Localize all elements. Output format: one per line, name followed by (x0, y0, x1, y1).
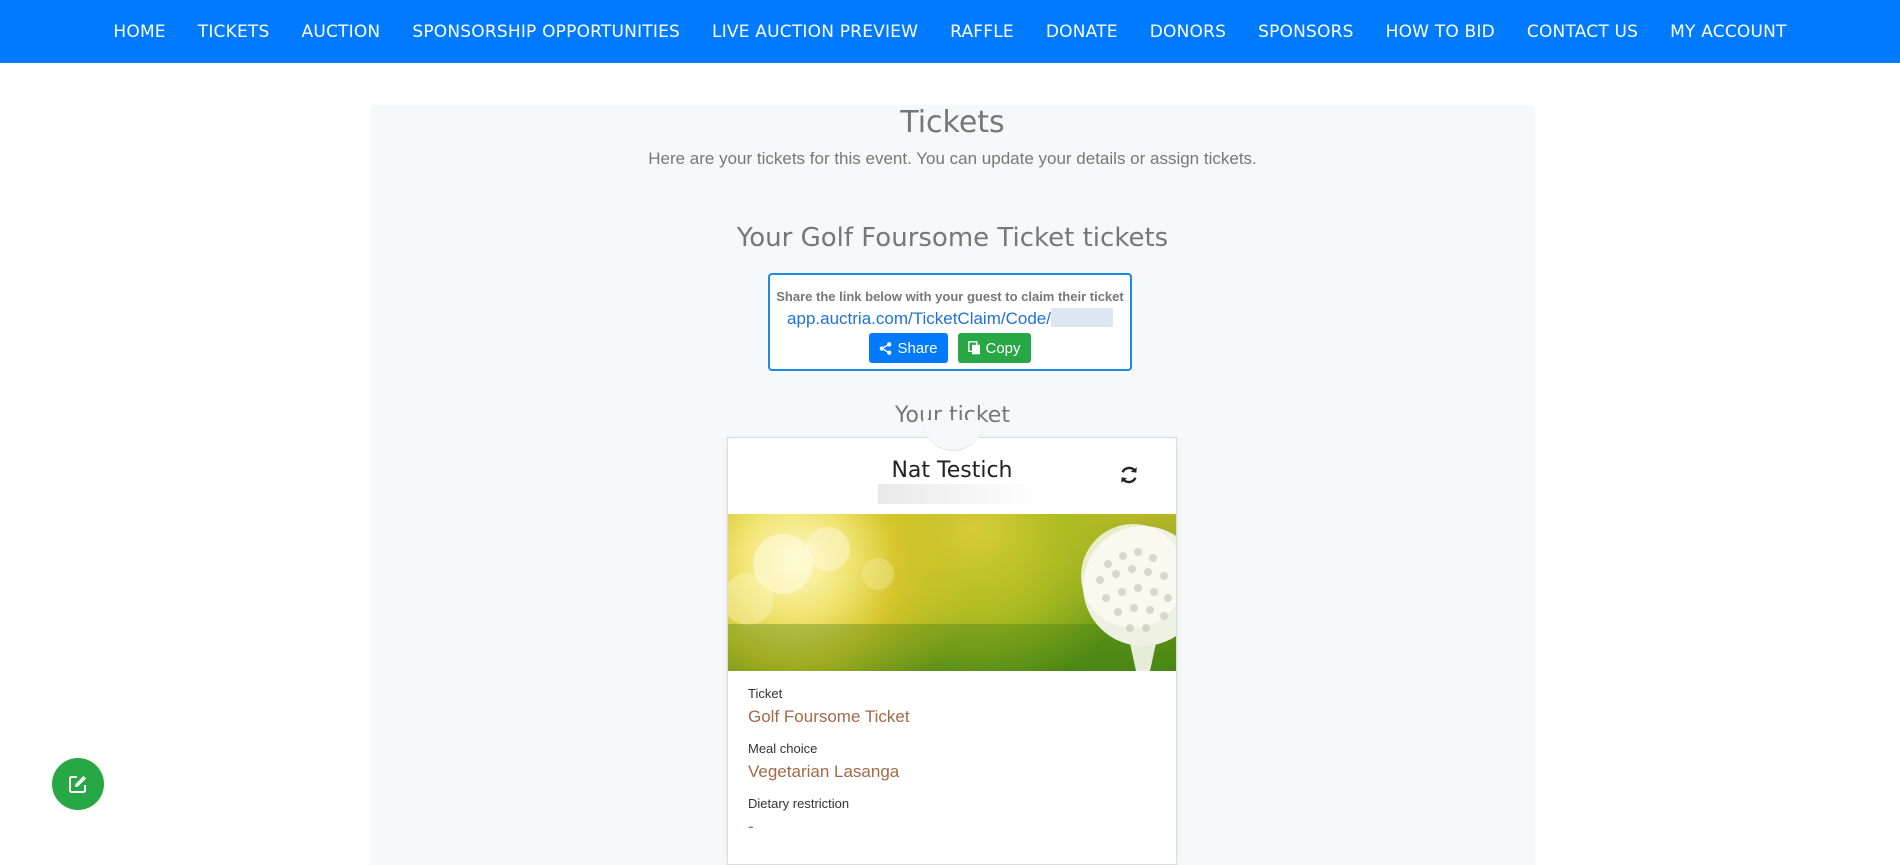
nav-sponsors[interactable]: SPONSORS (1258, 22, 1354, 42)
ticket-holder-name: Nat Testich (891, 458, 1013, 483)
ticket-card: Nat Testich Ticket Golf Foursome Ticket … (727, 420, 1177, 865)
nav-donate[interactable]: DONATE (1046, 22, 1118, 42)
nav-auction[interactable]: AUCTION (301, 22, 380, 42)
redacted-holder-email (878, 484, 1043, 504)
share-actions: Share Copy (770, 333, 1130, 363)
page-title: Tickets (900, 105, 1005, 140)
page-subtitle: Here are your tickets for this event. Yo… (648, 149, 1257, 168)
tickets-panel: Tickets Here are your tickets for this e… (370, 105, 1535, 865)
nav-contact-us[interactable]: CONTACT US (1527, 22, 1638, 42)
redacted-code (1050, 308, 1113, 327)
claim-link-text[interactable]: app.auctria.com/TicketClaim/Code/ (787, 309, 1051, 328)
share-label: Share (897, 339, 938, 357)
copy-label: Copy (985, 339, 1021, 357)
edit-floating-button[interactable] (52, 758, 104, 810)
nav-sponsorship-opportunities[interactable]: SPONSORSHIP OPPORTUNITIES (412, 22, 680, 42)
meal-choice-label: Meal choice (748, 741, 818, 756)
dietary-restriction-value: - (748, 817, 754, 836)
copy-button[interactable]: Copy (957, 333, 1031, 363)
copy-icon (967, 341, 980, 355)
nav-home[interactable]: HOME (113, 22, 165, 42)
ticket-type-label: Ticket (748, 686, 783, 701)
nav-raffle[interactable]: RAFFLE (950, 22, 1014, 42)
ticket-notch (923, 420, 983, 451)
meal-choice-value: Vegetarian Lasanga (748, 762, 900, 781)
nav-tickets[interactable]: TICKETS (198, 22, 270, 42)
share-button[interactable]: Share (869, 333, 948, 363)
edit-icon (69, 776, 86, 793)
claim-link[interactable]: app.auctria.com/TicketClaim/Code/ (770, 308, 1130, 329)
golf-ball-image (728, 514, 1176, 671)
nav-donors[interactable]: DONORS (1150, 22, 1226, 42)
nav-my-account[interactable]: MY ACCOUNT (1670, 22, 1786, 42)
ticket-type-value: Golf Foursome Ticket (748, 707, 910, 726)
ticket-group-title: Your Golf Foursome Ticket tickets (736, 223, 1169, 253)
ticket-details: Ticket Golf Foursome Ticket Meal choice … (748, 686, 910, 851)
nav-live-auction-preview[interactable]: LIVE AUCTION PREVIEW (712, 22, 918, 42)
share-icon (880, 341, 892, 355)
dietary-restriction-label: Dietary restriction (748, 796, 850, 811)
share-hint: Share the link below with your guest to … (776, 289, 1124, 304)
refresh-icon[interactable] (1118, 464, 1140, 486)
nav-how-to-bid[interactable]: HOW TO BID (1386, 22, 1495, 42)
top-navigation: HOME TICKETS AUCTION SPONSORSHIP OPPORTU… (0, 0, 1900, 63)
share-link-box: Share the link below with your guest to … (768, 273, 1132, 371)
